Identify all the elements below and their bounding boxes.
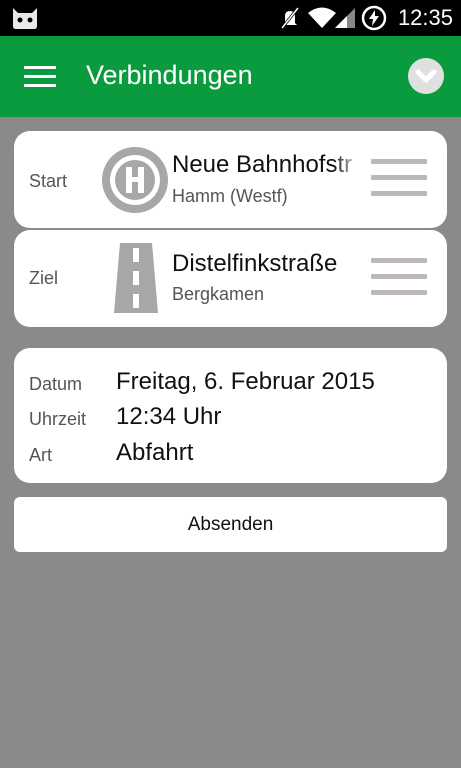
status-time: 12:35: [397, 5, 453, 30]
ziel-label: Ziel: [29, 268, 59, 288]
date-value[interactable]: Freitag, 6. Februar 2015: [116, 368, 375, 396]
cyanogen-icon: [10, 6, 40, 35]
date-label: Datum: [29, 374, 83, 394]
ziel-location-city: Bergkamen: [172, 284, 265, 304]
bus-stop-h-icon: [99, 144, 171, 221]
app-bar: Verbindungen: [0, 36, 461, 117]
ziel-drag-handle-icon[interactable]: [371, 258, 427, 306]
status-bar: 12:35: [0, 0, 461, 36]
page-title: Verbindungen: [86, 60, 253, 90]
start-label: Start: [29, 171, 68, 191]
time-label: Uhrzeit: [29, 409, 87, 429]
start-location-name: Neue Bahnhofstr: [172, 151, 353, 178]
type-label: Art: [29, 445, 53, 465]
time-value[interactable]: 12:34 Uhr: [116, 403, 221, 431]
start-card[interactable]: Start Neue Bahnhofstr Hamm (Westf): [14, 131, 447, 228]
hamburger-menu-icon[interactable]: [24, 66, 56, 88]
signal-icon: [333, 6, 357, 35]
datetime-card: Datum Freitag, 6. Februar 2015 Uhrzeit 1…: [14, 348, 447, 483]
ziel-card[interactable]: Ziel Distelfinkstraße Bergkamen: [14, 230, 447, 327]
battery-charging-icon: [361, 5, 387, 36]
start-drag-handle-icon[interactable]: [371, 159, 427, 207]
ziel-location-name: Distelfinkstraße: [172, 250, 338, 277]
submit-button[interactable]: Absenden: [14, 497, 447, 552]
chevron-down-icon[interactable]: [408, 58, 444, 94]
mute-icon: [280, 7, 300, 34]
type-value[interactable]: Abfahrt: [116, 439, 193, 467]
road-icon: [112, 243, 160, 318]
start-location-city: Hamm (Westf): [172, 186, 288, 206]
